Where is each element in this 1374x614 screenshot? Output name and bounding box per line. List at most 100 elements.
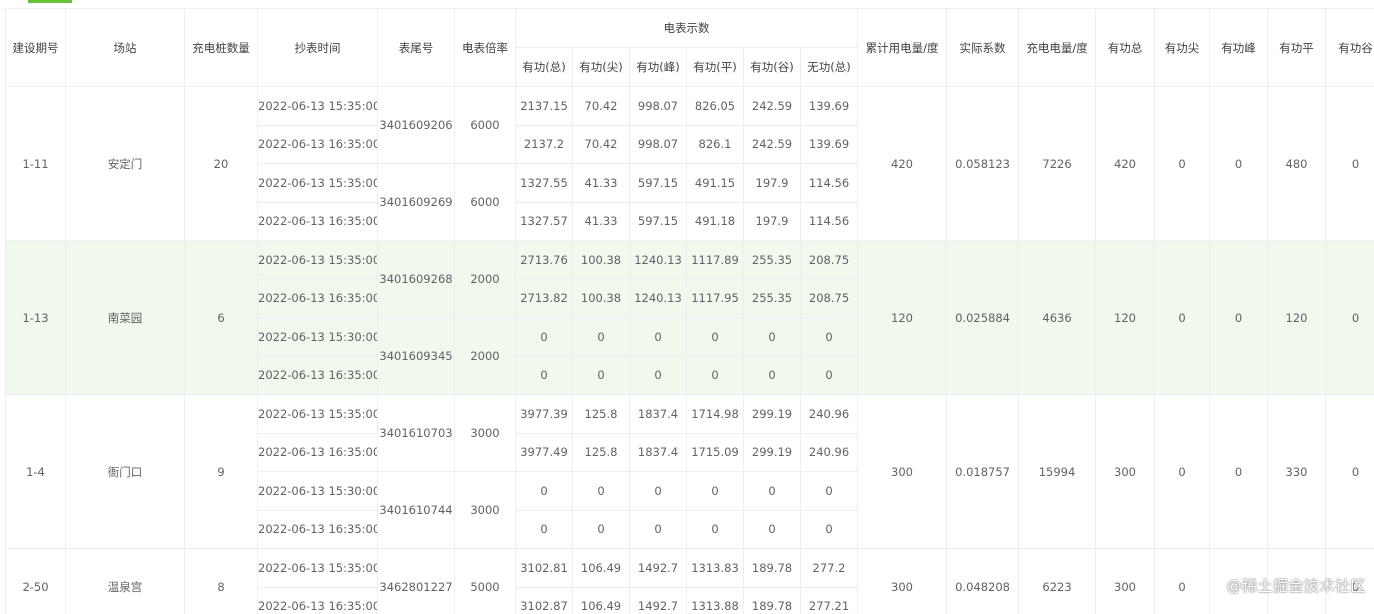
cell-active-valley: 255.35 [743,278,801,318]
cell-active-total: 2713.76 [515,240,573,280]
active-tab-indicator [28,0,72,3]
table-row[interactable]: 1-13 南菜园 6 2022-06-13 15:35:00 3401609268 200… [5,240,1374,395]
col-cumulative[interactable]: 累计用电量/度 [857,8,948,87]
cell-active-sharp: 0 [572,317,630,357]
cell-sum-active-valley: 0 [1325,240,1374,395]
cell-meter-tail: 3401609268 [377,240,455,318]
cell-active-flat: 826.05 [686,86,744,126]
col-active-sharp[interactable]: 有功尖 [1154,8,1211,87]
col-sub-active-flat[interactable]: 有功(平) [686,47,744,87]
cell-sum-active-total: 120 [1095,240,1156,395]
cell-active-valley: 0 [743,471,801,511]
cell-active-peak: 1240.13 [629,278,687,318]
cell-active-flat: 1313.83 [686,548,744,588]
cell-active-valley: 189.78 [743,548,801,588]
cell-meter-tail: 3401610744 [377,471,455,549]
cell-sum-active-sharp: 0 [1154,394,1211,549]
col-meter-tail[interactable]: 表尾号 [377,8,455,87]
cell-active-sharp: 41.33 [572,163,630,203]
col-active-valley[interactable]: 有功谷 [1325,8,1374,87]
cell-active-valley: 255.35 [743,240,801,280]
cell-sum-active-sharp: 0 [1154,548,1211,614]
col-coefficient[interactable]: 实际系数 [946,8,1020,87]
col-multiplier[interactable]: 电表倍率 [454,8,516,87]
cell-active-valley: 0 [743,355,801,395]
cell-active-flat: 1117.95 [686,278,744,318]
cell-active-flat: 0 [686,355,744,395]
cell-reactive-total: 208.75 [799,278,859,318]
cell-reactive-total: 0 [799,355,859,395]
cell-active-peak: 1240.13 [629,240,687,280]
cell-active-valley: 242.59 [743,124,801,164]
cell-reactive-total: 0 [799,471,859,511]
meter-reading-table-container: 建设期号 场站 充电桩数量 抄表时间 表尾号 电表倍率 电表示数 累计用电量/度… [5,8,1374,614]
cell-pile-count: 6 [184,240,258,395]
cell-station: 温泉宫 [65,548,185,614]
cell-active-peak: 597.15 [629,163,687,203]
cell-charge-kwh: 6223 [1018,548,1097,614]
cell-cumulative: 120 [857,240,948,395]
cell-read-time: 2022-06-13 15:35:00 [257,163,378,203]
cell-multiplier: 2000 [454,240,516,318]
cell-active-sharp: 106.49 [572,548,630,588]
cell-active-valley: 197.9 [743,163,801,203]
cell-active-total: 0 [515,317,573,357]
cell-read-time: 2022-06-13 16:35:00 [257,124,378,164]
cell-active-sharp: 0 [572,355,630,395]
cell-reactive-total: 208.75 [799,240,859,280]
cell-active-total: 2137.15 [515,86,573,126]
cell-read-time: 2022-06-13 16:35:00 [257,432,378,472]
col-pile-count[interactable]: 充电桩数量 [184,8,258,87]
cell-read-time: 2022-06-13 15:35:00 [257,240,378,280]
cell-active-peak: 0 [629,317,687,357]
col-charge-kwh[interactable]: 充电电量/度 [1018,8,1097,87]
cell-active-flat: 826.1 [686,124,744,164]
table-row[interactable]: 2-50 温泉宫 8 2022-06-13 15:35:00 3462801227 500… [5,548,1374,614]
cell-read-time: 2022-06-13 15:30:00 [257,317,378,357]
table-body: 1-11 安定门 20 2022-06-13 15:35:00 3401609206 60… [5,86,1374,614]
watermark-text: @稀土掘金技术社区 [1226,577,1366,595]
cell-sum-active-sharp: 0 [1154,240,1211,395]
cell-active-peak: 0 [629,471,687,511]
cell-cumulative: 420 [857,86,948,241]
col-active-flat[interactable]: 有功平 [1267,8,1327,87]
cell-read-time: 2022-06-13 15:30:00 [257,471,378,511]
cell-multiplier: 3000 [454,471,516,549]
col-read-time[interactable]: 抄表时间 [257,8,378,87]
cell-active-flat: 0 [686,509,744,549]
cell-multiplier: 2000 [454,317,516,395]
cell-sum-active-peak: 0 [1209,240,1269,395]
cell-sum-active-flat: 480 [1267,86,1327,241]
cell-sum-active-flat: 120 [1267,240,1327,395]
col-sub-reactive-total[interactable]: 无功(总) [799,47,859,87]
cell-active-flat: 1117.89 [686,240,744,280]
col-active-total[interactable]: 有功总 [1095,8,1156,87]
col-sub-active-peak[interactable]: 有功(峰) [629,47,687,87]
cell-pile-count: 20 [184,86,258,241]
cell-active-total: 2137.2 [515,124,573,164]
cell-active-flat: 491.15 [686,163,744,203]
cell-read-time: 2022-06-13 16:35:00 [257,355,378,395]
cell-reactive-total: 139.69 [799,124,859,164]
cell-active-valley: 299.19 [743,394,801,434]
col-sub-active-sharp[interactable]: 有功(尖) [572,47,630,87]
cell-active-peak: 1837.4 [629,432,687,472]
col-period[interactable]: 建设期号 [5,8,66,87]
col-active-peak[interactable]: 有功峰 [1209,8,1269,87]
col-sub-active-valley[interactable]: 有功(谷) [743,47,801,87]
table-row[interactable]: 1-4 衙门口 9 2022-06-13 15:35:00 3401610703 3000… [5,394,1374,549]
cell-active-total: 0 [515,355,573,395]
cell-station: 衙门口 [65,394,185,549]
cell-active-peak: 1492.7 [629,586,687,614]
cell-charge-kwh: 15994 [1018,394,1097,549]
cell-active-flat: 0 [686,317,744,357]
cell-active-peak: 998.07 [629,124,687,164]
col-station[interactable]: 场站 [65,8,185,87]
cell-read-time: 2022-06-13 16:35:00 [257,201,378,241]
table-row[interactable]: 1-11 安定门 20 2022-06-13 15:35:00 3401609206 60… [5,86,1374,241]
cell-active-valley: 189.78 [743,586,801,614]
cell-read-time: 2022-06-13 16:35:00 [257,586,378,614]
cell-meter-tail: 3401610703 [377,394,455,472]
col-sub-active-total[interactable]: 有功(总) [515,47,573,87]
cell-cumulative: 300 [857,548,948,614]
